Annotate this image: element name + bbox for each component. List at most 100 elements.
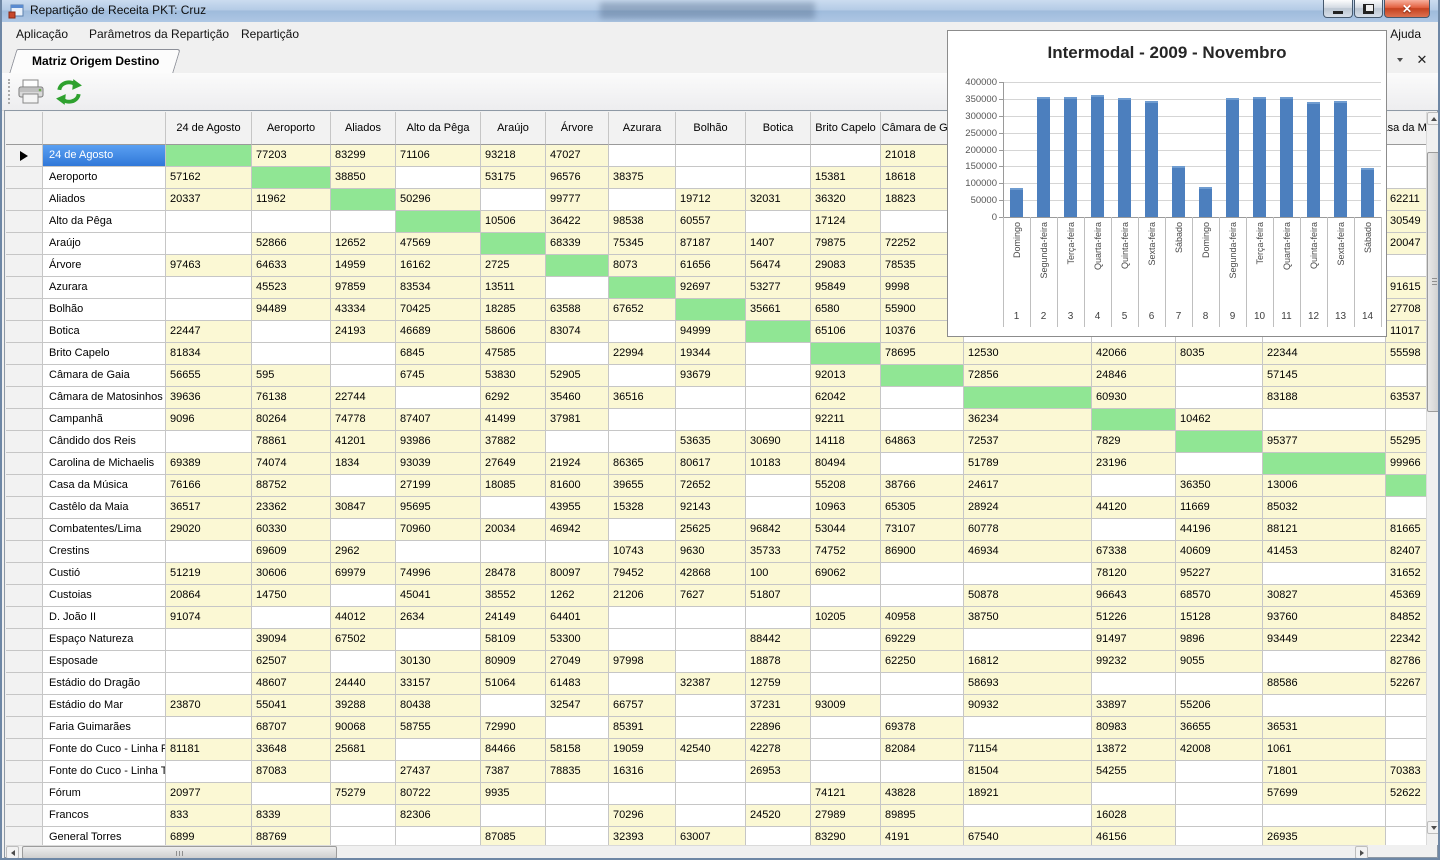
matrix-cell[interactable] xyxy=(676,783,746,805)
matrix-cell[interactable] xyxy=(609,189,676,211)
matrix-cell[interactable]: 14750 xyxy=(252,585,331,607)
row-header[interactable]: Francos xyxy=(43,805,166,827)
matrix-cell[interactable]: 9935 xyxy=(481,783,546,805)
matrix-cell[interactable]: 43334 xyxy=(331,299,396,321)
column-header[interactable]: Bolhão xyxy=(676,112,746,145)
matrix-cell[interactable]: 83074 xyxy=(546,321,609,343)
vertical-scroll-thumb[interactable] xyxy=(1427,152,1440,412)
matrix-cell[interactable]: 94999 xyxy=(676,321,746,343)
matrix-cell[interactable]: 71801 xyxy=(1263,761,1386,783)
matrix-cell[interactable]: 20034 xyxy=(481,519,546,541)
row-header[interactable]: Casa da Música xyxy=(43,475,166,497)
matrix-cell[interactable] xyxy=(1386,805,1426,827)
matrix-cell[interactable]: 38552 xyxy=(481,585,546,607)
matrix-cell[interactable]: 39094 xyxy=(252,629,331,651)
matrix-cell[interactable]: 8035 xyxy=(1176,343,1263,365)
matrix-cell[interactable] xyxy=(252,321,331,343)
matrix-cell[interactable]: 95227 xyxy=(1176,563,1263,585)
matrix-cell[interactable]: 42066 xyxy=(1092,343,1176,365)
matrix-cell[interactable]: 80097 xyxy=(546,563,609,585)
matrix-cell[interactable] xyxy=(546,541,609,563)
horizontal-scroll-thumb[interactable] xyxy=(22,846,337,859)
matrix-cell[interactable]: 38850 xyxy=(331,167,396,189)
matrix-cell[interactable]: 60778 xyxy=(964,519,1092,541)
matrix-cell[interactable] xyxy=(746,365,811,387)
matrix-cell[interactable]: 57145 xyxy=(1263,365,1386,387)
matrix-cell[interactable]: 16028 xyxy=(1092,805,1176,827)
matrix-cell[interactable]: 74121 xyxy=(811,783,881,805)
row-marker-cell[interactable] xyxy=(6,695,43,717)
matrix-cell[interactable]: 57699 xyxy=(1263,783,1386,805)
matrix-cell[interactable] xyxy=(609,321,676,343)
matrix-cell[interactable]: 65305 xyxy=(881,497,964,519)
menu-aplicacao[interactable]: Aplicação xyxy=(7,22,77,46)
matrix-cell[interactable] xyxy=(609,365,676,387)
matrix-cell[interactable]: 11017 xyxy=(1386,321,1426,343)
matrix-cell[interactable] xyxy=(609,409,676,431)
column-header[interactable]: Aeroporto xyxy=(252,112,331,145)
matrix-cell[interactable]: 87085 xyxy=(481,827,546,845)
matrix-cell[interactable]: 93679 xyxy=(676,365,746,387)
matrix-cell[interactable] xyxy=(1176,761,1263,783)
matrix-cell[interactable] xyxy=(1263,453,1386,475)
matrix-cell[interactable] xyxy=(1386,739,1426,761)
matrix-cell[interactable]: 65106 xyxy=(811,321,881,343)
matrix-cell[interactable] xyxy=(676,717,746,739)
matrix-cell[interactable]: 62250 xyxy=(881,651,964,673)
matrix-cell[interactable]: 19344 xyxy=(676,343,746,365)
matrix-cell[interactable] xyxy=(166,761,252,783)
row-marker-cell[interactable] xyxy=(6,387,43,409)
matrix-cell[interactable]: 96643 xyxy=(1092,585,1176,607)
matrix-cell[interactable]: 68339 xyxy=(546,233,609,255)
matrix-cell[interactable]: 84466 xyxy=(481,739,546,761)
row-marker-cell[interactable] xyxy=(6,277,43,299)
matrix-cell[interactable]: 36655 xyxy=(1176,717,1263,739)
row-marker-cell[interactable] xyxy=(6,343,43,365)
matrix-cell[interactable]: 38766 xyxy=(881,475,964,497)
row-header[interactable]: Estádio do Mar xyxy=(43,695,166,717)
matrix-cell[interactable]: 10506 xyxy=(481,211,546,233)
tab-matriz-origem-destino[interactable]: Matriz Origem Destino xyxy=(16,49,173,73)
matrix-cell[interactable] xyxy=(746,343,811,365)
matrix-cell[interactable]: 81665 xyxy=(1386,519,1426,541)
matrix-cell[interactable]: 13511 xyxy=(481,277,546,299)
matrix-cell[interactable]: 48607 xyxy=(252,673,331,695)
column-header[interactable]: Aliados xyxy=(331,112,396,145)
matrix-cell[interactable]: 83290 xyxy=(811,827,881,845)
matrix-cell[interactable]: 833 xyxy=(166,805,252,827)
row-header[interactable]: Árvore xyxy=(43,255,166,277)
matrix-cell[interactable] xyxy=(481,805,546,827)
matrix-cell[interactable]: 7387 xyxy=(481,761,546,783)
matrix-cell[interactable] xyxy=(1386,167,1426,189)
matrix-cell[interactable]: 88121 xyxy=(1263,519,1386,541)
matrix-cell[interactable]: 22344 xyxy=(1263,343,1386,365)
matrix-cell[interactable]: 80438 xyxy=(396,695,481,717)
matrix-cell[interactable]: 81834 xyxy=(166,343,252,365)
matrix-cell[interactable] xyxy=(481,541,546,563)
matrix-cell[interactable]: 96576 xyxy=(546,167,609,189)
matrix-cell[interactable]: 92211 xyxy=(811,409,881,431)
row-marker-cell[interactable] xyxy=(6,761,43,783)
matrix-cell[interactable] xyxy=(881,387,964,409)
matrix-cell[interactable]: 63588 xyxy=(546,299,609,321)
matrix-cell[interactable]: 13872 xyxy=(1092,739,1176,761)
matrix-cell[interactable]: 2634 xyxy=(396,607,481,629)
matrix-cell[interactable]: 30827 xyxy=(1263,585,1386,607)
matrix-cell[interactable] xyxy=(609,145,676,167)
matrix-cell[interactable]: 88769 xyxy=(252,827,331,845)
matrix-cell[interactable]: 56474 xyxy=(746,255,811,277)
matrix-cell[interactable]: 24846 xyxy=(1092,365,1176,387)
matrix-cell[interactable] xyxy=(609,607,676,629)
matrix-cell[interactable]: 16162 xyxy=(396,255,481,277)
matrix-cell[interactable]: 51807 xyxy=(746,585,811,607)
row-marker-cell[interactable] xyxy=(6,167,43,189)
matrix-cell[interactable]: 26953 xyxy=(746,761,811,783)
row-header[interactable]: 24 de Agosto xyxy=(43,145,166,167)
row-header[interactable]: Custió xyxy=(43,563,166,585)
matrix-cell[interactable] xyxy=(676,409,746,431)
column-header[interactable]: Alto da Pêga xyxy=(396,112,481,145)
matrix-cell[interactable]: 4191 xyxy=(881,827,964,845)
matrix-cell[interactable]: 70425 xyxy=(396,299,481,321)
matrix-cell[interactable]: 1061 xyxy=(1263,739,1386,761)
matrix-cell[interactable] xyxy=(746,783,811,805)
